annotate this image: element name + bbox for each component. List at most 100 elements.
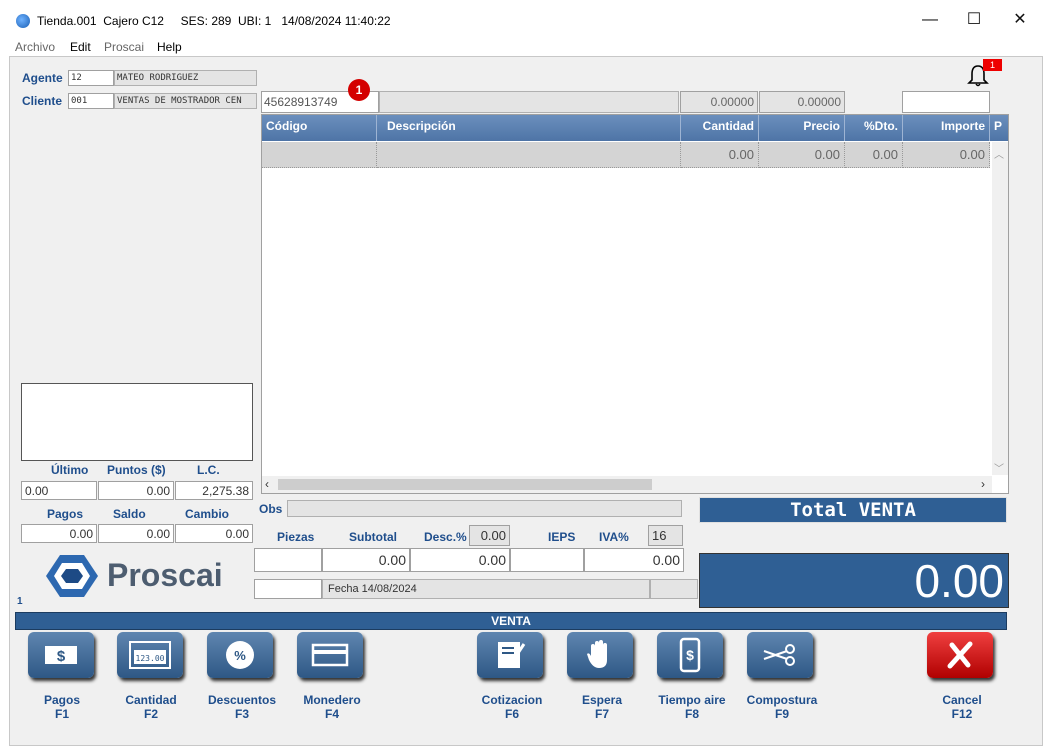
client-name-field: VENTAS DE MOSTRADOR CEN [114, 93, 257, 109]
compostura-label-btn[interactable]: Compostura F9 [737, 693, 827, 721]
monedero-label-btn[interactable]: Monedero F4 [287, 693, 377, 721]
col-cantidad[interactable]: Cantidad [681, 115, 759, 141]
agent-label: Agente [22, 71, 63, 85]
puntos-value: 0.00 [98, 481, 174, 500]
ultimo-label: Último [51, 463, 89, 477]
cash-icon[interactable]: $ [28, 632, 94, 678]
cambio-label: Cambio [185, 507, 230, 521]
app-globe-icon [16, 14, 30, 28]
phone-credit-icon[interactable]: $ [657, 632, 723, 678]
compostura-button[interactable] [747, 632, 813, 678]
pagos-label-btn[interactable]: Pagos F1 [17, 693, 107, 721]
col-importe[interactable]: Importe [903, 115, 990, 141]
ultimo-value: 0.00 [21, 481, 97, 500]
cantidad-label-btn[interactable]: Cantidad F2 [106, 693, 196, 721]
desc-label: Desc.% [424, 530, 467, 544]
espera-button[interactable] [567, 632, 633, 678]
minimize-button[interactable]: — [908, 6, 952, 34]
maximize-button[interactable]: ☐ [952, 6, 996, 34]
items-grid [261, 114, 1009, 494]
svg-text:123.00: 123.00 [136, 654, 165, 663]
espera-label-btn[interactable]: Espera F7 [557, 693, 647, 721]
menu-proscai[interactable]: Proscai [104, 40, 144, 54]
customer-info-box [21, 383, 253, 461]
close-button[interactable]: ✕ [998, 6, 1042, 34]
proscai-logo-icon [42, 553, 102, 599]
quote-icon[interactable] [477, 632, 543, 678]
pagos-value: 0.00 [21, 524, 97, 543]
menu-archivo[interactable]: Archivo [15, 40, 55, 54]
cancel-label-btn[interactable]: Cancel F12 [917, 693, 1007, 721]
horizontal-scroll-thumb[interactable] [278, 479, 652, 490]
lc-label: L.C. [197, 463, 220, 477]
description-display [379, 91, 679, 113]
descuentos-label-btn[interactable]: Descuentos F3 [197, 693, 287, 721]
step-marker-badge: 1 [348, 79, 370, 101]
cotizacion-label-btn[interactable]: Cotizacion F6 [467, 693, 557, 721]
agent-name-field: MATEO RODRIGUEZ [114, 70, 257, 86]
saldo-value: 0.00 [98, 524, 174, 543]
grid-cell-dto[interactable]: 0.00 [845, 142, 903, 168]
piezas-label: Piezas [277, 530, 315, 544]
entry-price: 0.00000 [759, 91, 845, 113]
menu-edit[interactable]: Edit [70, 40, 91, 54]
vertical-scrollbar[interactable] [992, 142, 1008, 475]
pagos-label: Pagos [47, 507, 84, 521]
col-codigo[interactable]: Código [262, 115, 377, 141]
client-label: Cliente [22, 94, 63, 108]
obs-label: Obs [259, 502, 283, 516]
total-venta-header: Total VENTA [699, 497, 1007, 523]
scroll-right-icon[interactable]: › [981, 477, 985, 491]
cambio-value: 0.00 [175, 524, 253, 543]
descuentos-button[interactable]: % [207, 632, 273, 678]
obs-field[interactable] [287, 500, 682, 517]
discount-icon[interactable]: % [207, 632, 273, 678]
col-descripcion[interactable]: Descripción [377, 115, 681, 141]
hand-icon[interactable] [567, 632, 633, 678]
menu-help[interactable]: Help [157, 40, 182, 54]
col-dto[interactable]: %Dto. [845, 115, 903, 141]
iva-amount-value: 0.00 [584, 548, 684, 572]
scroll-left-icon[interactable]: ‹ [265, 477, 269, 491]
grid-cell-precio[interactable]: 0.00 [759, 142, 845, 168]
monedero-button[interactable] [297, 632, 363, 678]
desc-percent-field[interactable]: 0.00 [469, 525, 510, 546]
svg-text:%: % [234, 648, 246, 663]
col-p[interactable]: P [990, 115, 1008, 141]
grid-cell-codigo[interactable] [262, 142, 377, 168]
svg-text:$: $ [57, 648, 66, 665]
agent-code-field[interactable]: 12 [68, 70, 114, 86]
grid-cell-descripcion[interactable] [377, 142, 681, 168]
cancel-button[interactable] [927, 632, 993, 678]
cancel-x-icon[interactable] [927, 632, 993, 678]
piezas-value [254, 548, 322, 572]
tiempo-aire-label-btn[interactable]: Tiempo aire F8 [647, 693, 737, 721]
grid-cell-importe[interactable]: 0.00 [903, 142, 990, 168]
puntos-label: Puntos ($) [107, 463, 166, 477]
ieps-value [510, 548, 584, 572]
notification-count-badge: 1 [983, 59, 1002, 71]
client-code-field[interactable]: 001 [68, 93, 114, 109]
status-field-right [650, 579, 698, 599]
scroll-up-icon[interactable]: ︿ [994, 146, 1004, 161]
desc-amount-value: 0.00 [410, 548, 510, 572]
cantidad-button[interactable]: 123.00 [117, 632, 183, 678]
counter-label: 1 [17, 596, 23, 607]
scissors-icon[interactable] [747, 632, 813, 678]
cotizacion-button[interactable] [477, 632, 543, 678]
col-precio[interactable]: Precio [759, 115, 845, 141]
quantity-icon[interactable]: 123.00 [117, 632, 183, 678]
svg-text:$: $ [686, 647, 694, 663]
scroll-down-icon[interactable]: ﹀ [994, 460, 1004, 475]
ieps-label: IEPS [548, 530, 576, 544]
grid-cell-cantidad[interactable]: 0.00 [681, 142, 759, 168]
wallet-card-icon[interactable] [297, 632, 363, 678]
fecha-field: Fecha 14/08/2024 [322, 579, 650, 599]
pagos-button[interactable]: $ [28, 632, 94, 678]
iva-percent-field[interactable]: 16 [648, 525, 683, 546]
tiempo-aire-button[interactable]: $ [657, 632, 723, 678]
entry-extra-input[interactable] [902, 91, 990, 113]
window-title: Tienda.001 Cajero C12 SES: 289 UBI: 1 14… [37, 14, 391, 28]
subtotal-value: 0.00 [322, 548, 410, 572]
lc-value: 2,275.38 [175, 481, 253, 500]
